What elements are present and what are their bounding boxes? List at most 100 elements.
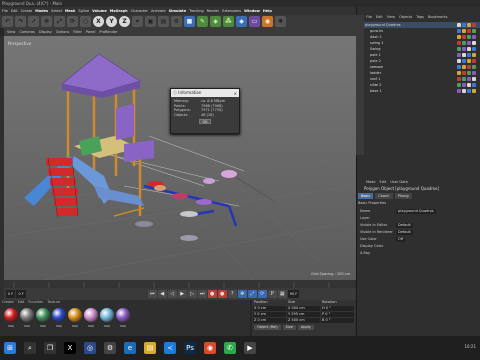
- tag-icon[interactable]: [457, 83, 461, 87]
- x-app-icon[interactable]: X: [64, 342, 76, 354]
- tag-icon[interactable]: [457, 53, 461, 57]
- viewport-menu-filter[interactable]: Filter: [73, 30, 82, 34]
- menu-extensions[interactable]: Extensions: [222, 9, 241, 13]
- om-menu-edit[interactable]: Edit: [376, 15, 383, 21]
- tag-icon[interactable]: [472, 47, 476, 51]
- close-icon[interactable]: ×: [234, 91, 237, 96]
- autokey-icon[interactable]: ●: [217, 290, 227, 298]
- axis-z-button[interactable]: Z: [119, 16, 130, 27]
- cube-icon[interactable]: ■: [184, 16, 195, 27]
- tag-icon[interactable]: [467, 29, 471, 33]
- tag-icon[interactable]: [467, 41, 471, 45]
- tab-phong[interactable]: Phong: [394, 193, 412, 199]
- om-menu-bookmarks[interactable]: Bookmarks: [428, 15, 448, 21]
- light-icon[interactable]: ✺: [275, 16, 286, 27]
- gear-icon[interactable]: ⚙: [104, 342, 116, 354]
- tag-icon[interactable]: [472, 23, 476, 27]
- attribute-value[interactable]: Default: [396, 222, 413, 228]
- menu-volume[interactable]: Volume: [92, 9, 107, 13]
- position-y-field[interactable]: Y 0 cm: [253, 312, 286, 317]
- prev-key-icon[interactable]: ◀: [157, 290, 167, 298]
- play-icon[interactable]: ▶: [177, 290, 187, 298]
- tag-icon[interactable]: [467, 71, 471, 75]
- menu-mesh[interactable]: Mesh: [65, 9, 75, 13]
- redo-icon[interactable]: ↷: [15, 16, 26, 27]
- menu-character[interactable]: Character: [131, 9, 148, 13]
- tag-icon[interactable]: [462, 65, 466, 69]
- photoshop-icon[interactable]: Ps: [184, 342, 196, 354]
- windows-icon[interactable]: ⊞: [4, 342, 16, 354]
- viewport-menu-display[interactable]: Display: [39, 30, 52, 34]
- end-frame-field[interactable]: 90 F: [287, 290, 300, 298]
- param-key-icon[interactable]: P: [267, 290, 277, 298]
- material-menu-edit[interactable]: Edit: [18, 300, 25, 306]
- menu-render[interactable]: Render: [207, 9, 219, 13]
- render-picture-icon[interactable]: ▤: [158, 16, 169, 27]
- rotate-icon[interactable]: ⟳: [67, 16, 78, 27]
- tab-coord[interactable]: Coord.: [375, 193, 393, 199]
- tag-icon[interactable]: [467, 59, 471, 63]
- om-menu-file[interactable]: File: [366, 15, 372, 21]
- tag-icon[interactable]: [462, 23, 466, 27]
- scale-key-icon[interactable]: ⤢: [247, 290, 257, 298]
- timeline-ruler[interactable]: [4, 280, 356, 288]
- size-z-field[interactable]: Z 500 cm: [287, 318, 320, 323]
- material-ball[interactable]: [68, 308, 82, 322]
- tag-icon[interactable]: [467, 23, 471, 27]
- vscode-icon[interactable]: ≺: [164, 342, 176, 354]
- tag-icon[interactable]: [472, 77, 476, 81]
- menu-animate[interactable]: Animate: [151, 9, 166, 13]
- coordinate-mode-select[interactable]: Object (Rel): [254, 325, 281, 330]
- search-icon[interactable]: ⌕: [24, 342, 36, 354]
- tag-icon[interactable]: [462, 83, 466, 87]
- pen-icon[interactable]: ✎: [197, 16, 208, 27]
- tag-icon[interactable]: [457, 23, 461, 27]
- am-menu-user-data[interactable]: User Data: [390, 180, 407, 184]
- rotation-p-field[interactable]: P 0 °: [321, 312, 354, 317]
- tag-icon[interactable]: [462, 89, 466, 93]
- deformer-icon[interactable]: ◆: [236, 16, 247, 27]
- material-menu-function[interactable]: Function: [28, 300, 43, 306]
- rotation-key-icon[interactable]: ⟳: [257, 290, 267, 298]
- live-select-icon[interactable]: ○: [80, 16, 91, 27]
- menu-help[interactable]: Help: [263, 9, 272, 13]
- tag-icon[interactable]: [462, 53, 466, 57]
- tag-icon[interactable]: [472, 71, 476, 75]
- menu-spline[interactable]: Spline: [78, 9, 89, 13]
- tag-icon[interactable]: [472, 53, 476, 57]
- material-ball[interactable]: [116, 308, 130, 322]
- tag-icon[interactable]: [457, 59, 461, 63]
- select-icon[interactable]: ➚: [28, 16, 39, 27]
- move-icon[interactable]: ✥: [41, 16, 52, 27]
- tag-icon[interactable]: [472, 35, 476, 39]
- tag-icon[interactable]: [467, 47, 471, 51]
- grid-icon[interactable]: ▦: [277, 290, 287, 298]
- rotation-b-field[interactable]: B 0 °: [321, 318, 354, 323]
- tag-icon[interactable]: [457, 89, 461, 93]
- material-ball[interactable]: [84, 308, 98, 322]
- chrome-icon[interactable]: ◉: [204, 342, 216, 354]
- attribute-value[interactable]: Off: [396, 236, 406, 242]
- viewport-menu-view[interactable]: View: [7, 30, 15, 34]
- menu-tracking[interactable]: Tracking: [189, 9, 204, 13]
- whatsapp-icon[interactable]: ✆: [224, 342, 236, 354]
- attribute-value[interactable]: playground Quadros: [396, 208, 436, 214]
- tag-icon[interactable]: [462, 71, 466, 75]
- array-icon[interactable]: ⁂: [223, 16, 234, 27]
- media-icon[interactable]: ▶: [244, 342, 256, 354]
- menu-window[interactable]: Window: [244, 9, 260, 13]
- scale-icon[interactable]: ⤢: [54, 16, 65, 27]
- om-menu-view[interactable]: View: [387, 15, 395, 21]
- next-frame-icon[interactable]: ▷: [187, 290, 197, 298]
- start-frame-field[interactable]: 0 F: [6, 290, 16, 298]
- viewport-menu-cameras[interactable]: Cameras: [19, 30, 35, 34]
- tag-icon[interactable]: [462, 59, 466, 63]
- tag-icon[interactable]: [457, 47, 461, 51]
- render-view-icon[interactable]: ▣: [145, 16, 156, 27]
- go-to-end-icon[interactable]: ⏭: [197, 290, 207, 298]
- floor-icon[interactable]: ▭: [249, 16, 260, 27]
- position-x-field[interactable]: X 0 cm: [253, 306, 286, 311]
- tag-icon[interactable]: [472, 65, 476, 69]
- tag-icon[interactable]: [472, 89, 476, 93]
- tag-icon[interactable]: [472, 83, 476, 87]
